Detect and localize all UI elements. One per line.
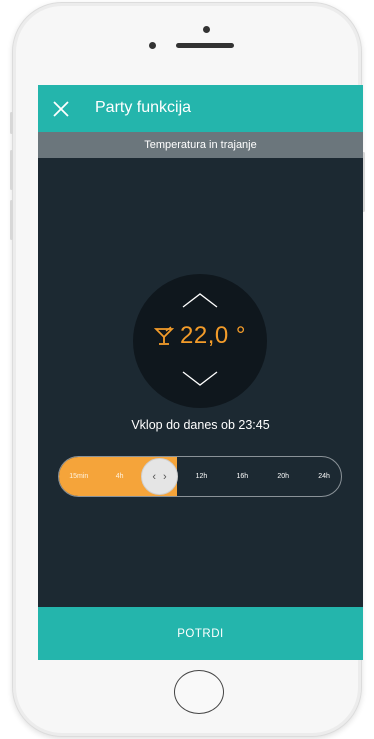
volume-down-button xyxy=(10,200,13,240)
chevron-down-icon[interactable] xyxy=(181,370,219,388)
proximity-sensor xyxy=(149,42,156,49)
front-camera xyxy=(203,26,210,33)
schedule-label: Vklop do danes ob 23:45 xyxy=(131,418,270,432)
volume-up-button xyxy=(10,150,13,190)
tick-label: 24h xyxy=(318,473,330,480)
mute-switch xyxy=(10,112,13,134)
temperature-dial: 22,0 ° xyxy=(133,274,267,408)
earpiece-speaker xyxy=(176,43,234,48)
app-screen: Party funkcija Temperatura in trajanje 2… xyxy=(38,85,363,660)
app-bar: Party funkcija xyxy=(38,85,363,132)
tick-label: 16h xyxy=(236,473,249,480)
cocktail-icon xyxy=(154,326,174,345)
tick-label: 20h xyxy=(277,473,290,480)
section-header-label: Temperatura in trajanje xyxy=(144,139,257,151)
confirm-button[interactable]: POTRDI xyxy=(38,607,363,660)
confirm-button-label: POTRDI xyxy=(177,627,224,640)
chevron-up-icon[interactable] xyxy=(181,291,219,309)
chevron-right-icon: › xyxy=(163,470,167,483)
page-title: Party funkcija xyxy=(95,99,192,116)
temperature-readout: 22,0 ° xyxy=(154,321,246,351)
tick-label: 12h xyxy=(195,473,208,480)
tick-label: 15min xyxy=(69,473,89,480)
slider-handle[interactable]: ‹ › xyxy=(141,458,178,495)
duration-slider[interactable]: 15min 4h 8h 12h 16h 20h 24h ‹ › xyxy=(58,456,342,497)
section-header: Temperatura in trajanje xyxy=(38,132,363,158)
close-icon[interactable] xyxy=(52,100,70,118)
tick-label: 4h xyxy=(115,473,124,480)
chevron-left-icon: ‹ xyxy=(152,470,156,483)
home-button[interactable] xyxy=(174,670,224,714)
temperature-value: 22,0 ° xyxy=(180,322,246,349)
